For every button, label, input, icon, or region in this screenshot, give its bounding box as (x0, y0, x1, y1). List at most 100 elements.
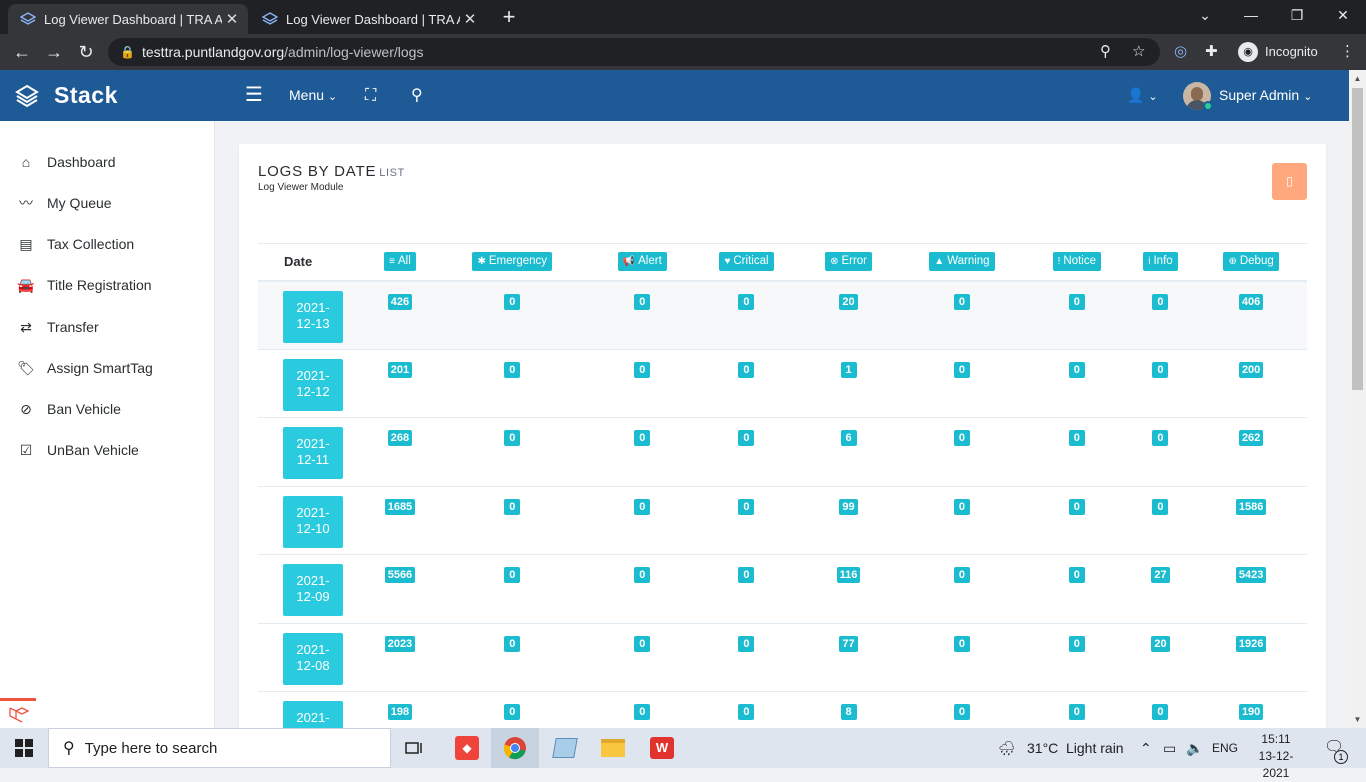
forward-arrow-icon[interactable]: → (40, 38, 68, 66)
count-cell: 0 (895, 486, 1028, 555)
level-label: Info (1153, 255, 1173, 268)
date-link[interactable]: 2021- 12-10 (283, 495, 343, 548)
count-cell: 0 (691, 280, 802, 350)
count-badge-debug: 1586 (1235, 498, 1267, 515)
close-window-icon[interactable]: ✕ (1320, 0, 1366, 30)
taskbar-search-box[interactable]: ⚲ Type here to search (48, 728, 391, 768)
scroll-up-arrow-icon[interactable]: ▲ (1349, 70, 1366, 87)
count-cell: 426 (368, 280, 432, 350)
level-badge-critical: ♥ Critical (719, 252, 774, 272)
back-arrow-icon[interactable]: ← (8, 38, 36, 66)
sidebar-item-label: Tax Collection (47, 236, 135, 252)
count-badge-critical: 0 (738, 704, 755, 720)
level-header-alert: 📢 Alert (592, 243, 692, 282)
kebab-menu-icon[interactable]: ⋮ (1340, 38, 1355, 66)
date-line-2: 12-11 (296, 452, 330, 467)
level-header-all: ≡ All (368, 243, 432, 282)
windows-start-button[interactable] (0, 728, 48, 768)
scroll-down-arrow-icon[interactable]: ▼ (1349, 711, 1366, 728)
ban-icon: ⊘ (20, 400, 32, 417)
count-cell: 200 (1195, 349, 1307, 418)
warning-triangle-icon: ▲ (934, 256, 945, 268)
count-cell: 0 (895, 349, 1028, 418)
notepad-app-icon[interactable] (541, 728, 589, 768)
fullscreen-icon[interactable]: ⛶ (365, 70, 376, 121)
reload-icon[interactable]: ↻ (72, 38, 100, 66)
chevron-down-icon: ⌄ (327, 91, 338, 103)
search-icon[interactable]: ⚲ (411, 70, 423, 121)
count-badge-warning: 0 (953, 430, 970, 446)
sidebar-item-title-registration[interactable]: 🚘 Title Registration (0, 265, 215, 305)
minimize-icon[interactable]: — (1228, 0, 1274, 30)
clock[interactable]: 15:11 13-12-2021 (1246, 731, 1306, 782)
date-line-1: 2021- (296, 367, 330, 383)
menu-dropdown[interactable]: Menu ⌄ (289, 70, 337, 121)
file-explorer-icon[interactable] (589, 728, 637, 768)
hamburger-menu-icon[interactable]: ☰ (245, 70, 263, 121)
browser-tab-active[interactable]: Log Viewer Dashboard | TRA App ✕ (8, 4, 248, 34)
extension-icon[interactable]: ◎ (1174, 38, 1187, 66)
sidebar-item-unban-vehicle[interactable]: ☑ UnBan Vehicle (0, 430, 215, 470)
date-link[interactable]: 2021- 12-12 (283, 358, 343, 411)
wps-office-icon[interactable]: W (638, 728, 686, 768)
volume-icon[interactable]: 🔈 (1186, 728, 1203, 768)
sidebar-item-label: My Queue (47, 195, 112, 211)
brand[interactable]: Stack (0, 70, 215, 121)
bookmark-star-icon[interactable]: ☆ (1132, 38, 1145, 66)
count-cell: 0 (431, 623, 593, 692)
date-link[interactable]: 2021- 12-08 (283, 632, 343, 685)
sidebar-item-tax-collection[interactable]: ▤ Tax Collection (0, 224, 215, 264)
network-icon[interactable]: ▭ (1163, 728, 1176, 768)
task-view-icon[interactable] (391, 728, 439, 768)
user-dropdown-icon[interactable]: 👤 ⌄ (1127, 70, 1158, 121)
sidebar-item-assign-smarttag[interactable]: 🏷 Assign SmartTag (0, 348, 215, 388)
zoom-search-icon[interactable]: ⚲ (1100, 38, 1111, 66)
date-line-2: 12-12 (296, 383, 330, 399)
count-cell: 0 (1125, 486, 1196, 555)
date-link[interactable]: 2021- 12-11 (283, 427, 343, 479)
count-badge-alert: 0 (634, 498, 651, 515)
browser-tab-inactive[interactable]: Log Viewer Dashboard | TRA App ✕ (250, 4, 486, 34)
close-tab-icon[interactable]: ✕ (222, 10, 242, 28)
weather-temp[interactable]: 31°C (1027, 728, 1058, 768)
date-link[interactable]: 2021- 12-09 (283, 564, 343, 616)
level-header-debug: ⊕ Debug (1195, 243, 1307, 282)
tab-search-chevron-icon[interactable]: ⌄ (1182, 0, 1228, 30)
incognito-indicator[interactable]: ◉ Incognito (1232, 40, 1328, 64)
card-action-button[interactable]: ▯ (1272, 163, 1307, 200)
sidebar-item-dashboard[interactable]: ⌂ Dashboard (0, 142, 215, 182)
count-badge-error: 6 (840, 430, 857, 446)
sidebar-item-ban-vehicle[interactable]: ⊘ Ban Vehicle (0, 389, 215, 429)
level-label: Emergency (488, 255, 548, 268)
level-badge-warning: ▲ Warning (929, 252, 995, 272)
logs-table: Date ≡ All ✱ Emergency 📢 Alert ♥ Critical ⊗ E… (258, 243, 1307, 744)
weather-desc[interactable]: Light rain (1066, 728, 1124, 768)
close-tab-icon[interactable]: ✕ (460, 10, 480, 28)
language-indicator[interactable]: ENG (1212, 728, 1238, 768)
show-hidden-icons-chevron-icon[interactable]: ⌃ (1140, 728, 1152, 768)
incognito-icon: ◉ (1238, 42, 1258, 62)
address-bar[interactable]: 🔒 testtra.puntlandgov.org/admin/log-viewe… (108, 38, 1160, 66)
count-cell: 77 (801, 623, 896, 692)
page-scrollbar[interactable]: ▲ ▼ (1349, 70, 1366, 728)
user-menu[interactable]: Super Admin ⌄ (1219, 70, 1312, 121)
level-badge-debug: ⊕ Debug (1223, 252, 1279, 272)
restore-icon[interactable]: ❐ (1274, 0, 1320, 30)
clock-time: 15:11 (1261, 732, 1291, 746)
puzzle-extensions-icon[interactable]: ✚ (1205, 38, 1218, 66)
date-link[interactable]: 2021- 12-13 (283, 290, 343, 343)
count-cell: 1685 (368, 486, 432, 555)
weather-icon[interactable]: 🌧 (998, 728, 1016, 768)
notification-count-badge: 1 (1334, 750, 1348, 764)
scrollbar-thumb[interactable] (1352, 88, 1363, 390)
stack-favicon-icon (262, 12, 278, 25)
sidebar-item-transfer[interactable]: ⇄ Transfer (0, 307, 215, 347)
date-line-1: 2021- (296, 299, 330, 315)
anydesk-app-icon[interactable]: ◆ (443, 728, 491, 768)
date-line-2: 12-09 (296, 589, 330, 604)
date-line-1: 2021- (296, 504, 330, 520)
chrome-app-icon[interactable] (491, 728, 539, 768)
sidebar-item-my-queue[interactable]: 〰 My Queue (0, 183, 215, 223)
laravel-debugbar-icon[interactable] (0, 698, 36, 728)
new-tab-plus-icon[interactable]: + (497, 4, 521, 30)
